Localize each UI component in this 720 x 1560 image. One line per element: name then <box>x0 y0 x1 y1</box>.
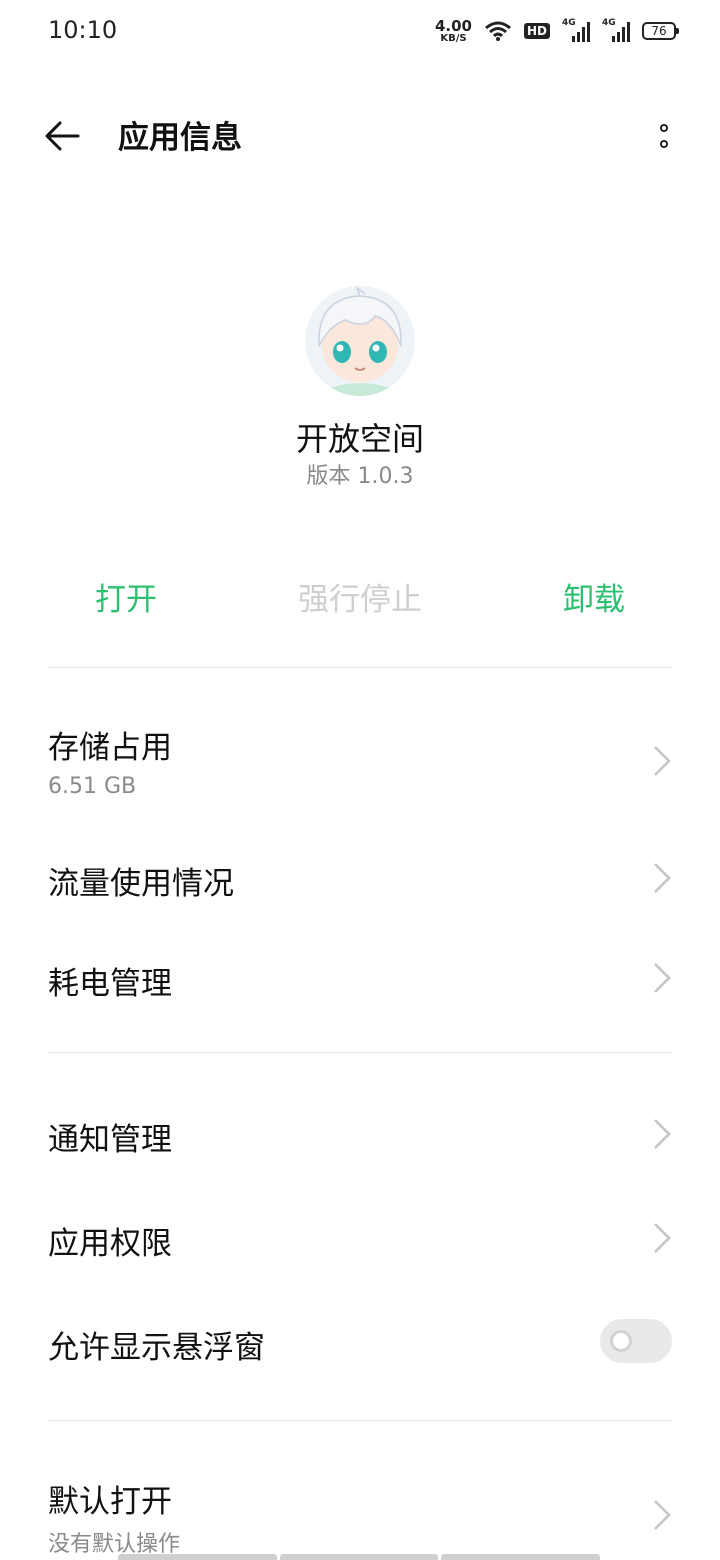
storage-title: 存储占用 <box>48 730 172 766</box>
network-speed: 4.00 KB/S <box>434 16 472 44</box>
signal-strength-icon-1: 4G <box>562 18 590 42</box>
app-name: 开放空间 <box>295 420 424 458</box>
divider <box>48 667 672 668</box>
app-permissions-row[interactable]: 应用权限 <box>0 1190 720 1286</box>
storage-value: 6.51 GB <box>48 774 137 799</box>
app-version: 版本 1.0.3 <box>306 464 414 489</box>
toggle-knob <box>610 1330 632 1352</box>
status-bar: 10:10 4.00 KB/S HD 4G 4G 76 <box>0 0 720 64</box>
chevron-right-icon <box>654 1223 671 1253</box>
network-speed-value: 4.00 <box>434 16 472 35</box>
floating-window-toggle[interactable] <box>600 1319 672 1363</box>
battery-management-row[interactable]: 耗电管理 <box>0 930 720 1026</box>
data-usage-title: 流量使用情况 <box>48 866 234 902</box>
battery-icon: 76 <box>642 22 679 40</box>
back-arrow-icon <box>45 121 80 151</box>
back-button[interactable] <box>40 114 84 158</box>
chevron-right-icon <box>654 1500 671 1530</box>
status-time: 10:10 <box>48 16 118 44</box>
battery-management-title: 耗电管理 <box>48 966 172 1002</box>
app-permissions-title: 应用权限 <box>48 1226 172 1262</box>
divider <box>48 1052 672 1053</box>
network-type-label: 4G <box>562 18 576 28</box>
storage-row[interactable]: 存储占用 6.51 GB <box>0 700 720 820</box>
page-title: 应用信息 <box>118 120 242 156</box>
force-stop-button[interactable]: 强行停止 <box>260 574 460 619</box>
notification-management-title: 通知管理 <box>48 1122 172 1158</box>
more-vertical-icon <box>660 124 668 132</box>
app-bar: 应用信息 <box>0 96 720 172</box>
divider <box>48 1420 672 1421</box>
more-options-button[interactable] <box>648 116 680 156</box>
notification-management-row[interactable]: 通知管理 <box>0 1086 720 1182</box>
chevron-right-icon <box>654 746 671 776</box>
network-speed-unit: KB/S <box>440 32 467 44</box>
wifi-icon <box>485 21 511 41</box>
floating-window-title: 允许显示悬浮窗 <box>48 1330 265 1366</box>
default-open-title: 默认打开 <box>48 1484 172 1520</box>
data-usage-row[interactable]: 流量使用情况 <box>0 830 720 926</box>
status-icons: 4.00 KB/S HD 4G 4G 76 <box>434 16 679 46</box>
app-icon <box>305 286 415 396</box>
network-type-label: 4G <box>602 18 616 28</box>
open-button[interactable]: 打开 <box>26 574 226 619</box>
default-open-row[interactable]: 默认打开 没有默认操作 <box>0 1452 720 1560</box>
home-indicator[interactable] <box>118 1554 601 1560</box>
chevron-right-icon <box>654 963 671 993</box>
chevron-right-icon <box>654 1119 671 1149</box>
signal-strength-icon-2: 4G <box>602 18 630 42</box>
chevron-right-icon <box>654 863 671 893</box>
hd-voice-badge: HD <box>523 23 550 39</box>
floating-window-row: 允许显示悬浮窗 <box>0 1294 720 1390</box>
uninstall-button[interactable]: 卸载 <box>494 574 694 619</box>
